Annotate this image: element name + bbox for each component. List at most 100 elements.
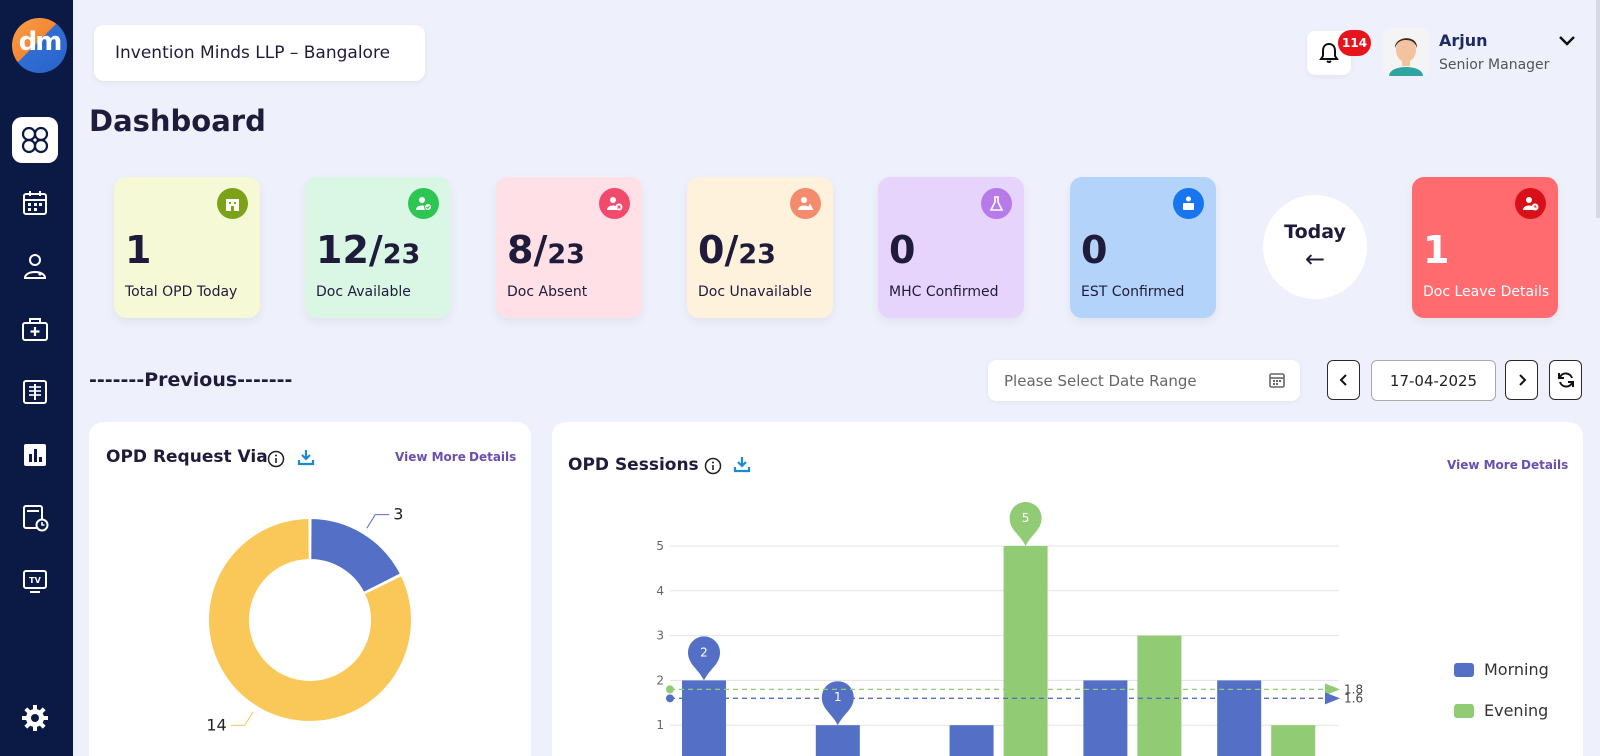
card-value: 0/23 bbox=[698, 228, 776, 272]
chevron-down-icon[interactable] bbox=[1556, 30, 1578, 52]
max-marker-label: 2 bbox=[700, 645, 708, 659]
card-label: MHC Confirmed bbox=[889, 284, 999, 300]
card-value: 0 bbox=[889, 228, 916, 272]
flask-icon bbox=[981, 188, 1012, 219]
nav-reports[interactable] bbox=[12, 432, 58, 478]
user-role: Senior Manager bbox=[1439, 57, 1550, 73]
user-name: Arjun bbox=[1439, 31, 1488, 50]
nav-xray[interactable] bbox=[12, 369, 58, 415]
card-label: Doc Leave Details bbox=[1423, 284, 1550, 300]
previous-section-label: -------Previous------- bbox=[89, 369, 293, 391]
bar bbox=[1271, 725, 1316, 756]
average-line-label: 1.6 bbox=[1344, 691, 1363, 705]
previous-date-button[interactable] bbox=[1327, 360, 1360, 400]
nav-medical-kit[interactable] bbox=[12, 306, 58, 352]
opd-request-donut-chart: 3 14 bbox=[206, 505, 413, 734]
nav-tv-display[interactable]: TV bbox=[12, 558, 58, 604]
refresh-icon bbox=[1557, 372, 1574, 388]
slice-label: 14 bbox=[206, 715, 226, 734]
dashboard-grid-icon bbox=[21, 126, 49, 154]
average-line-arrow bbox=[1325, 692, 1340, 705]
max-marker-label: 1 bbox=[834, 690, 842, 704]
date-range-input[interactable]: Please Select Date Range bbox=[988, 360, 1300, 401]
card-doc-leave-details[interactable]: 1 Doc Leave Details bbox=[1412, 177, 1558, 318]
nav-calendar[interactable] bbox=[12, 180, 58, 226]
y-tick-label: 3 bbox=[656, 629, 664, 643]
slice-label-line bbox=[366, 514, 390, 529]
scrollbar[interactable] bbox=[1596, 0, 1600, 218]
bar bbox=[815, 725, 860, 756]
gear-icon bbox=[22, 705, 48, 731]
card-est-confirmed[interactable]: 0 EST Confirmed bbox=[1070, 177, 1216, 318]
calendar-icon[interactable] bbox=[1268, 371, 1286, 389]
card-value: 8/23 bbox=[507, 228, 585, 272]
doctor-icon bbox=[23, 254, 47, 279]
bar bbox=[1003, 546, 1048, 756]
bar bbox=[1217, 680, 1262, 756]
opd-request-panel: OPD Request Via View More Details 3 14 bbox=[89, 422, 531, 756]
legend-label: Evening bbox=[1484, 701, 1548, 720]
date-range-placeholder: Please Select Date Range bbox=[1004, 371, 1197, 390]
avatar[interactable] bbox=[1383, 28, 1429, 76]
organization-selector[interactable]: Invention Minds LLP – Bangalore bbox=[94, 25, 425, 81]
card-mhc-confirmed[interactable]: 0 MHC Confirmed bbox=[878, 177, 1024, 318]
card-value: 12/23 bbox=[316, 228, 421, 272]
y-tick-label: 2 bbox=[656, 673, 664, 687]
opd-sessions-bar-chart: 123452151.81.6MorningEvening bbox=[656, 502, 1549, 756]
xray-icon bbox=[23, 380, 47, 404]
team-icon bbox=[1173, 188, 1204, 219]
svg-text:TV: TV bbox=[29, 576, 41, 585]
medical-kit-icon bbox=[22, 318, 48, 341]
card-doc-absent[interactable]: 8/23 Doc Absent bbox=[496, 177, 642, 318]
user-check-icon bbox=[408, 188, 439, 219]
slice-label: 3 bbox=[393, 505, 403, 524]
calendar-icon bbox=[23, 191, 47, 215]
nav-doctor[interactable] bbox=[12, 243, 58, 289]
card-label: Total OPD Today bbox=[125, 284, 238, 300]
card-label: EST Confirmed bbox=[1081, 284, 1185, 300]
chevron-right-icon bbox=[1518, 374, 1526, 386]
card-label: Doc Absent bbox=[507, 284, 588, 300]
user-warning-icon bbox=[790, 188, 821, 219]
next-date-button[interactable] bbox=[1505, 360, 1538, 400]
card-label: Doc Unavailable bbox=[698, 284, 812, 300]
today-button[interactable]: Today ← bbox=[1263, 195, 1367, 299]
nav-dashboard[interactable] bbox=[12, 117, 58, 163]
current-date-field[interactable]: 17-04-2025 bbox=[1371, 360, 1496, 401]
max-marker-label: 5 bbox=[1022, 511, 1030, 525]
bell-icon bbox=[1319, 42, 1339, 63]
nav-schedule[interactable] bbox=[12, 495, 58, 541]
bar bbox=[1083, 680, 1128, 756]
legend-swatch bbox=[1454, 704, 1474, 718]
card-value: 1 bbox=[1423, 228, 1450, 272]
refresh-button[interactable] bbox=[1549, 360, 1582, 400]
arrow-left-icon: ← bbox=[1304, 245, 1326, 273]
y-tick-label: 5 bbox=[656, 539, 664, 553]
nav-settings[interactable] bbox=[12, 695, 58, 741]
card-total-opd-today[interactable]: 1 Total OPD Today bbox=[114, 177, 260, 318]
opd-sessions-panel: OPD Sessions View More Details 123452151… bbox=[552, 422, 1583, 756]
chevron-left-icon bbox=[1339, 374, 1347, 386]
bar bbox=[1137, 635, 1182, 756]
user-clock-icon bbox=[1515, 188, 1546, 219]
card-value: 1 bbox=[125, 228, 152, 272]
today-label: Today bbox=[1284, 221, 1346, 243]
card-doc-available[interactable]: 12/23 Doc Available bbox=[305, 177, 451, 318]
organization-name: Invention Minds LLP – Bangalore bbox=[115, 43, 391, 63]
bar bbox=[949, 725, 994, 756]
tv-icon: TV bbox=[23, 570, 47, 593]
slice-label-line bbox=[230, 711, 254, 726]
card-doc-unavailable[interactable]: 0/23 Doc Unavailable bbox=[687, 177, 833, 318]
y-tick-label: 4 bbox=[656, 584, 664, 598]
bar bbox=[682, 680, 726, 756]
bar-chart-icon bbox=[24, 444, 46, 466]
calculator-clock-icon bbox=[23, 505, 49, 532]
notification-count-badge: 114 bbox=[1338, 30, 1372, 56]
card-value: 0 bbox=[1081, 228, 1108, 272]
card-label: Doc Available bbox=[316, 284, 411, 300]
app-logo[interactable]: dm bbox=[12, 18, 67, 73]
sidebar: dm TV bbox=[0, 0, 73, 756]
page-title: Dashboard bbox=[89, 104, 266, 138]
y-tick-label: 1 bbox=[656, 718, 664, 732]
user-x-icon bbox=[599, 188, 630, 219]
